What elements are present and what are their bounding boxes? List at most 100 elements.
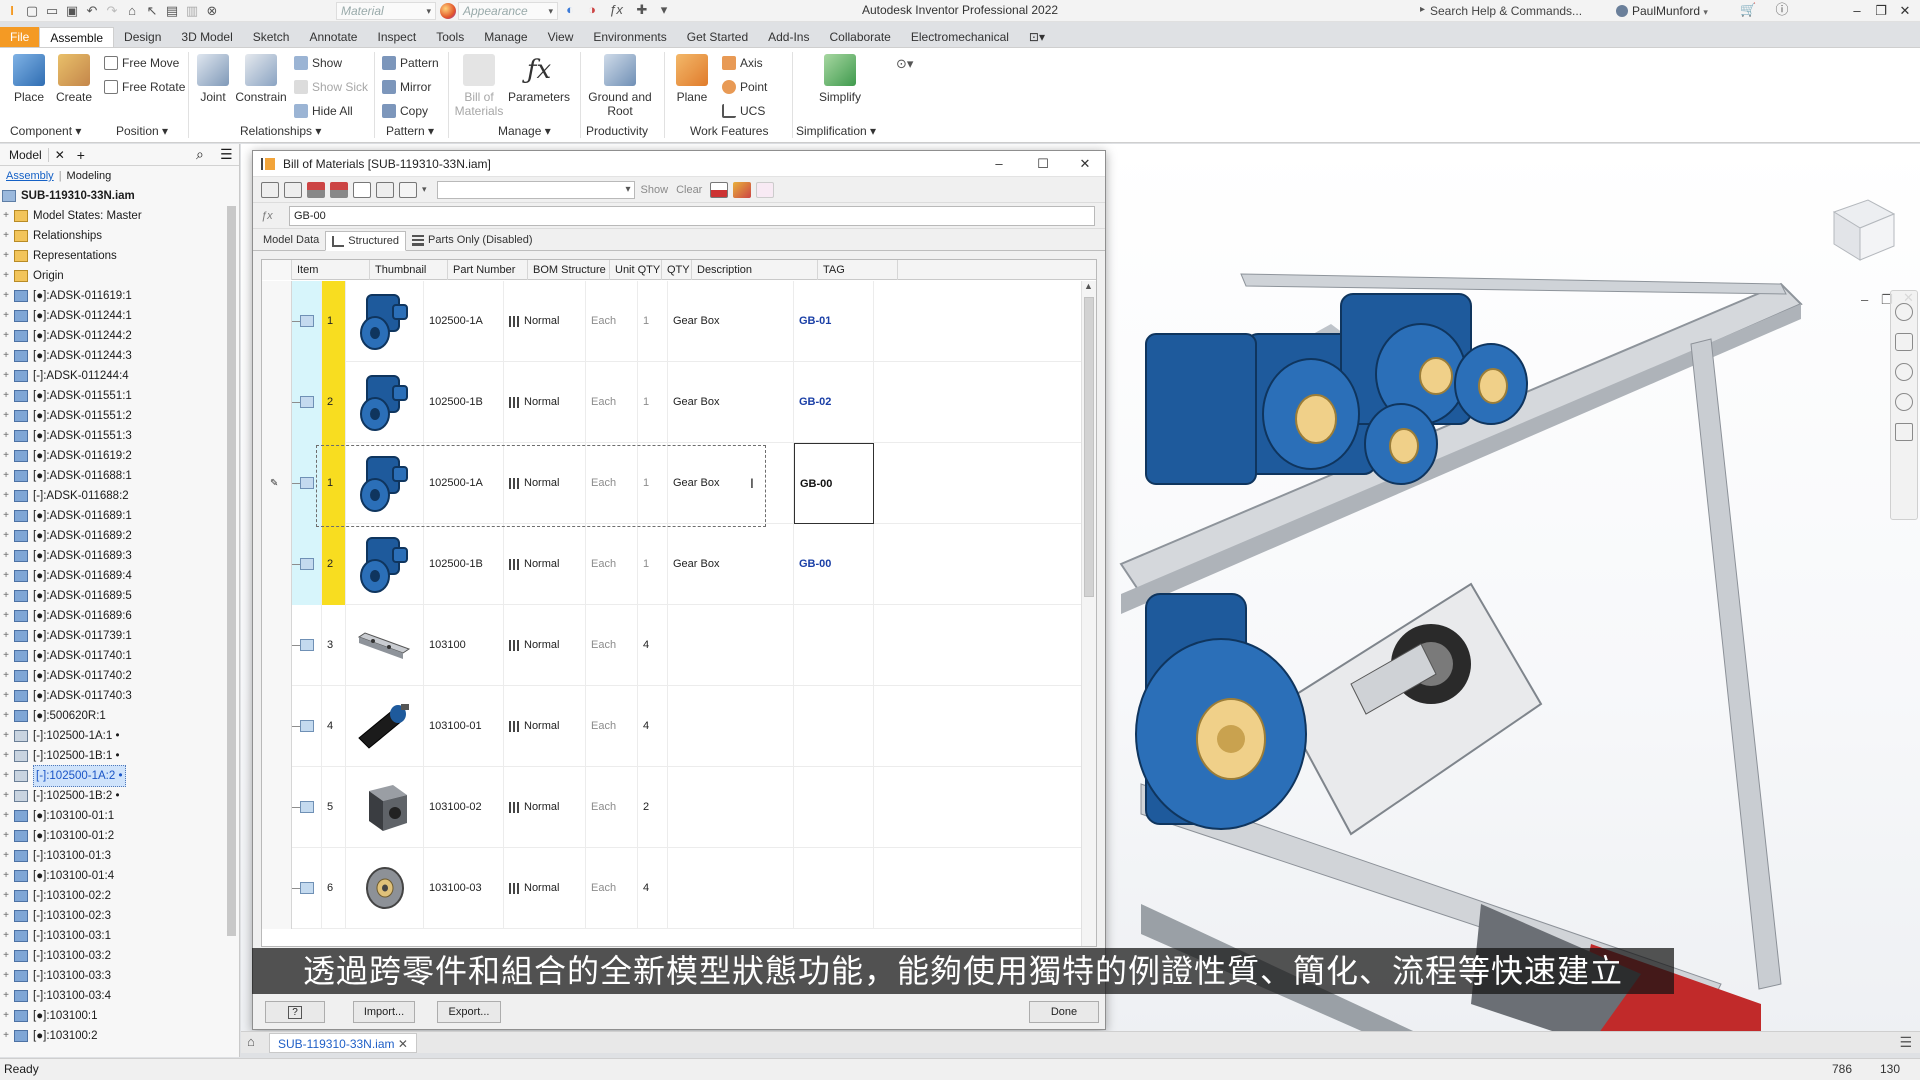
view-face-icon[interactable] (1895, 423, 1913, 441)
thumbnail-cell[interactable] (346, 767, 424, 848)
expand-icon[interactable]: + (0, 606, 12, 626)
ribbon-tab-tools[interactable]: Tools (426, 27, 474, 47)
create-button[interactable]: Create (54, 54, 94, 104)
add-icon[interactable]: + (71, 147, 91, 163)
part-number-cell[interactable]: 102500-1B (424, 362, 504, 443)
ribbon-tab-view[interactable]: View (538, 27, 584, 47)
sort-icon[interactable] (307, 181, 325, 198)
home-icon[interactable]: ⌂ (247, 1034, 255, 1049)
expand-icon[interactable]: + (0, 1026, 12, 1046)
ribbon-tab-design[interactable]: Design (114, 27, 171, 47)
row-type-cell[interactable] (292, 605, 322, 686)
part-number-cell[interactable]: 103100-03 (424, 848, 504, 929)
expand-icon[interactable]: + (0, 266, 12, 286)
tag-cell[interactable] (794, 848, 874, 929)
unit-qty-cell[interactable]: Each (586, 686, 638, 767)
qty-cell[interactable]: 4 (638, 686, 668, 767)
tree-node[interactable]: + [●]:103100-01:2 (0, 826, 226, 846)
tree-node[interactable]: + [-]:103100-03:4 (0, 986, 226, 1006)
part-number-cell[interactable]: 102500-1A (424, 443, 504, 524)
update-icon[interactable]: ▤ (164, 4, 180, 18)
panel-label-simplification[interactable]: Simplification ▾ (796, 124, 876, 138)
tree-node[interactable]: + [●]:ADSK-011689:2 (0, 526, 226, 546)
expand-icon[interactable]: + (0, 966, 12, 986)
modeling-tab[interactable]: Modeling (67, 170, 112, 182)
row-type-cell[interactable] (292, 767, 322, 848)
column-header-bom-structure[interactable]: BOM Structure (528, 260, 610, 280)
tree-node[interactable]: + Representations (0, 246, 226, 266)
expand-icon[interactable]: + (0, 666, 12, 686)
bom-structure-cell[interactable]: Normal (504, 443, 586, 524)
tree-node[interactable]: + [●]:ADSK-011740:1 (0, 646, 226, 666)
search-help-input[interactable]: Search Help & Commands... (1430, 2, 1602, 20)
column-header-description[interactable]: Description (692, 260, 818, 280)
panel-label-pattern[interactable]: Pattern ▾ (386, 124, 434, 138)
expand-icon[interactable]: + (0, 626, 12, 646)
tree-node[interactable]: + [-]:102500-1B:1 • (0, 746, 226, 766)
expand-icon[interactable]: + (0, 566, 12, 586)
expand-icon[interactable]: + (0, 386, 12, 406)
description-cell[interactable] (668, 605, 794, 686)
tree-node[interactable]: + [●]:103100:1 (0, 1006, 226, 1026)
export-button[interactable]: Export... (437, 1001, 501, 1023)
view-options-icon[interactable] (261, 181, 279, 198)
tree-node[interactable]: + [●]:103100-01:1 (0, 806, 226, 826)
cart-icon[interactable]: 🛒 (1740, 3, 1756, 17)
expand-icon[interactable]: + (0, 546, 12, 566)
place-button[interactable]: Place (10, 54, 48, 104)
menu-icon[interactable]: ☰ (220, 146, 233, 163)
redo-icon[interactable]: ↷ (104, 4, 120, 18)
tree-node[interactable]: + [●]:ADSK-011244:1 (0, 306, 226, 326)
expand-icon[interactable]: + (0, 346, 12, 366)
expand-icon[interactable]: + (0, 466, 12, 486)
expand-icon[interactable]: + (0, 326, 12, 346)
axis-button[interactable]: Axis (722, 54, 763, 72)
viewcube[interactable] (1822, 190, 1902, 270)
table-row[interactable]: 6 103100-03 Normal Each 4 (262, 848, 1082, 929)
mirror-button[interactable]: Mirror (382, 78, 431, 96)
tag-cell[interactable]: GB-02 (794, 362, 874, 443)
row-type-cell[interactable] (292, 524, 322, 605)
close-icon[interactable]: ✕ (49, 148, 71, 162)
browser-scrollbar[interactable] (226, 206, 237, 996)
ribbon-tab-annotate[interactable]: Annotate (299, 27, 367, 47)
unit-qty-cell[interactable]: Each (586, 524, 638, 605)
expand-icon[interactable]: + (0, 926, 12, 946)
panel-label-relationships[interactable]: Relationships ▾ (240, 124, 321, 138)
clear-appearance-icon[interactable]: ◑ (584, 3, 600, 17)
user-account[interactable]: PaulMunford ▾ (1616, 2, 1708, 20)
bom-structure-cell[interactable]: Normal (504, 362, 586, 443)
tree-node[interactable]: + Origin (0, 266, 226, 286)
expand-icon[interactable]: + (0, 206, 12, 226)
table-row[interactable]: 5 103100-02 Normal Each 2 (262, 767, 1082, 848)
simplify-button[interactable]: Simplify (810, 54, 870, 104)
close-icon[interactable]: ✕ (1065, 153, 1105, 175)
ribbon-tab-inspect[interactable]: Inspect (367, 27, 426, 47)
row-type-cell[interactable] (292, 362, 322, 443)
row-marker[interactable] (262, 848, 292, 929)
expand-icon[interactable]: + (0, 706, 12, 726)
part-number-cell[interactable]: 102500-1B (424, 524, 504, 605)
expand-icon[interactable]: + (0, 506, 12, 526)
choose-columns-icon[interactable] (353, 181, 371, 198)
bom-structure-cell[interactable]: Normal (504, 281, 586, 362)
done-button[interactable]: Done (1029, 1001, 1099, 1023)
joint-button[interactable]: Joint (196, 54, 230, 104)
clear-filter-button[interactable]: Clear (676, 184, 702, 196)
tag-cell[interactable]: GB-01 (794, 281, 874, 362)
pan-icon[interactable] (1895, 333, 1913, 351)
ribbon-tab-collaborate[interactable]: Collaborate (819, 27, 900, 47)
fx-parameters-icon[interactable]: ƒx (608, 3, 624, 17)
tag-cell[interactable]: GB-00 (794, 443, 874, 524)
qty-cell[interactable]: 1 (638, 524, 668, 605)
part-number-cell[interactable]: 103100 (424, 605, 504, 686)
tree-node[interactable]: + [●]:ADSK-011244:2 (0, 326, 226, 346)
unit-qty-cell[interactable]: Each (586, 443, 638, 524)
table-row[interactable]: 2 102500-1B Normal Each 1 Gear Box GB-02 (262, 362, 1082, 443)
unit-qty-cell[interactable]: Each (586, 848, 638, 929)
row-marker[interactable]: ✎ (262, 443, 292, 524)
tab-structured[interactable]: Structured (325, 231, 407, 251)
tag-cell[interactable] (794, 686, 874, 767)
panel-label-manage[interactable]: Manage ▾ (498, 124, 551, 138)
appearance-combo[interactable]: Appearance ▾ (458, 2, 558, 20)
